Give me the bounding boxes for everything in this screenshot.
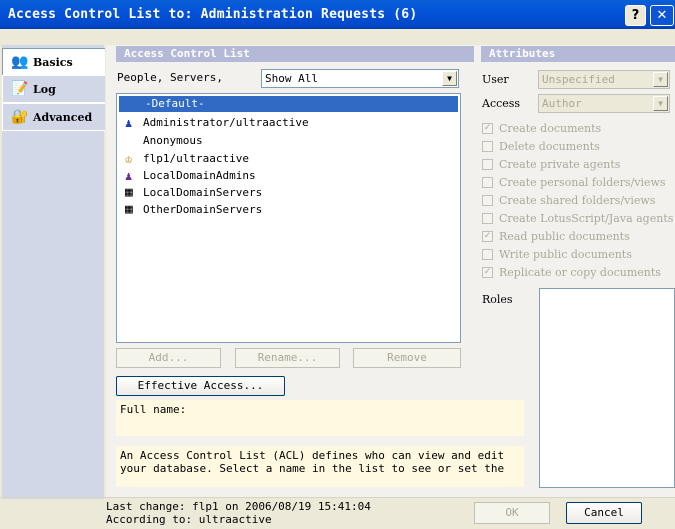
attribute-options: ✓ Create documents Delete documents Crea… <box>482 118 675 283</box>
chevron-down-icon[interactable]: ▼ <box>442 71 457 86</box>
cancel-button[interactable]: Cancel <box>566 502 642 524</box>
footer-divider <box>0 497 675 498</box>
checkbox-label: Create private agents <box>499 158 621 171</box>
list-item-localdomainadmins[interactable]: ♟ LocalDomainAdmins <box>119 168 458 184</box>
remove-button[interactable]: Remove <box>353 348 461 368</box>
checkbox-label: Create documents <box>499 122 602 135</box>
according-to-text: According to: ultraactive <box>106 513 272 526</box>
checkbox-box: ✓ <box>482 267 493 278</box>
access-level-dropdown[interactable]: Author ▼ <box>538 94 670 113</box>
checkbox-label: Create shared folders/views <box>499 194 656 207</box>
title-bar: Access Control List to: Administration R… <box>0 0 675 29</box>
list-item-label: flp1/ultraactive <box>143 152 249 165</box>
server-group-icon: ▦ <box>125 185 133 200</box>
full-name-box: Full name: <box>116 400 524 436</box>
filter-dropdown[interactable]: Show All ▼ <box>261 69 459 88</box>
attributes-header: Attributes <box>481 46 675 62</box>
acl-description: An Access Control List (ACL) defines who… <box>116 446 524 487</box>
window-title: Access Control List to: Administration R… <box>8 7 418 22</box>
checkbox-label: Replicate or copy documents <box>499 266 661 279</box>
list-item-label: LocalDomainServers <box>143 186 263 199</box>
full-name-label: Full name: <box>120 403 187 416</box>
list-item-default[interactable]: -Default- <box>119 96 458 112</box>
list-item-localdomainservers[interactable]: ▦ LocalDomainServers <box>119 185 458 201</box>
chevron-down-icon: ▼ <box>653 96 668 111</box>
list-item-anonymous[interactable]: Anonymous <box>119 133 458 149</box>
tab-log[interactable]: 📝 Log <box>2 75 105 103</box>
checkbox-label: Create personal folders/views <box>499 176 666 189</box>
list-item-otherdomainservers[interactable]: ▦ OtherDomainServers <box>119 202 458 218</box>
roles-list[interactable] <box>539 288 675 488</box>
acl-entry-list[interactable]: -Default- ♟ Administrator/ultraactive An… <box>116 93 461 343</box>
people-icon: 👥 <box>11 54 29 70</box>
checkbox-box: ✓ <box>482 231 493 242</box>
chevron-down-icon: ▼ <box>653 72 668 87</box>
checkbox-label: Write public documents <box>499 248 632 261</box>
list-item-label: OtherDomainServers <box>143 203 263 216</box>
user-type-dropdown[interactable]: Unspecified ▼ <box>538 70 670 89</box>
user-type-value: Unspecified <box>542 73 615 86</box>
tab-advanced-label: Advanced <box>33 111 93 124</box>
checkbox-box <box>482 159 493 170</box>
log-icon: 📝 <box>11 81 29 97</box>
ok-button[interactable]: OK <box>474 502 550 524</box>
list-item-flp1[interactable]: ♔ flp1/ultraactive <box>119 151 458 167</box>
list-item-label: Administrator/ultraactive <box>143 116 309 129</box>
checkbox-label: Create LotusScript/Java agents <box>499 212 674 225</box>
help-button[interactable]: ? <box>625 5 646 26</box>
checkbox-box <box>482 249 493 260</box>
filter-label: People, Servers, <box>117 71 223 84</box>
person-icon: ♟ <box>125 116 133 130</box>
acl-header: Access Control List <box>116 46 474 62</box>
tab-basics[interactable]: 👥 Basics <box>2 48 105 76</box>
user-label: User <box>482 73 509 86</box>
list-item-label: LocalDomainAdmins <box>143 169 256 182</box>
filter-value: Show All <box>265 72 318 85</box>
tab-advanced[interactable]: 🔐 Advanced <box>2 103 105 131</box>
checkbox-label: Read public documents <box>499 230 630 243</box>
group-icon: ♟ <box>125 169 133 183</box>
roles-label: Roles <box>482 293 513 306</box>
key-person-icon: ♔ <box>125 152 133 166</box>
checkbox-label: Delete documents <box>499 140 600 153</box>
list-item-label: Anonymous <box>143 134 203 147</box>
tab-log-label: Log <box>33 83 56 96</box>
rename-button[interactable]: Rename... <box>235 348 340 368</box>
access-label: Access <box>482 97 521 110</box>
tab-basics-label: Basics <box>33 56 73 69</box>
close-button[interactable]: ✕ <box>650 5 674 26</box>
checkbox-box <box>482 141 493 152</box>
side-tabs: 👥 Basics 📝 Log 🔐 Advanced <box>2 45 105 497</box>
access-level-value: Author <box>542 97 582 110</box>
server-group-icon: ▦ <box>125 202 133 217</box>
add-button[interactable]: Add... <box>116 348 221 368</box>
checkbox-box <box>482 177 493 188</box>
advanced-icon: 🔐 <box>11 109 29 125</box>
description-text: An Access Control List (ACL) defines who… <box>120 449 505 475</box>
last-change-text: Last change: flp1 on 2006/08/19 15:41:04 <box>106 500 371 513</box>
effective-access-button[interactable]: Effective Access... <box>116 376 285 396</box>
list-item-label: -Default- <box>145 97 205 110</box>
checkbox-box <box>482 195 493 206</box>
list-item-administrator[interactable]: ♟ Administrator/ultraactive <box>119 115 458 131</box>
checkbox-box: ✓ <box>482 123 493 134</box>
checkbox-box <box>482 213 493 224</box>
